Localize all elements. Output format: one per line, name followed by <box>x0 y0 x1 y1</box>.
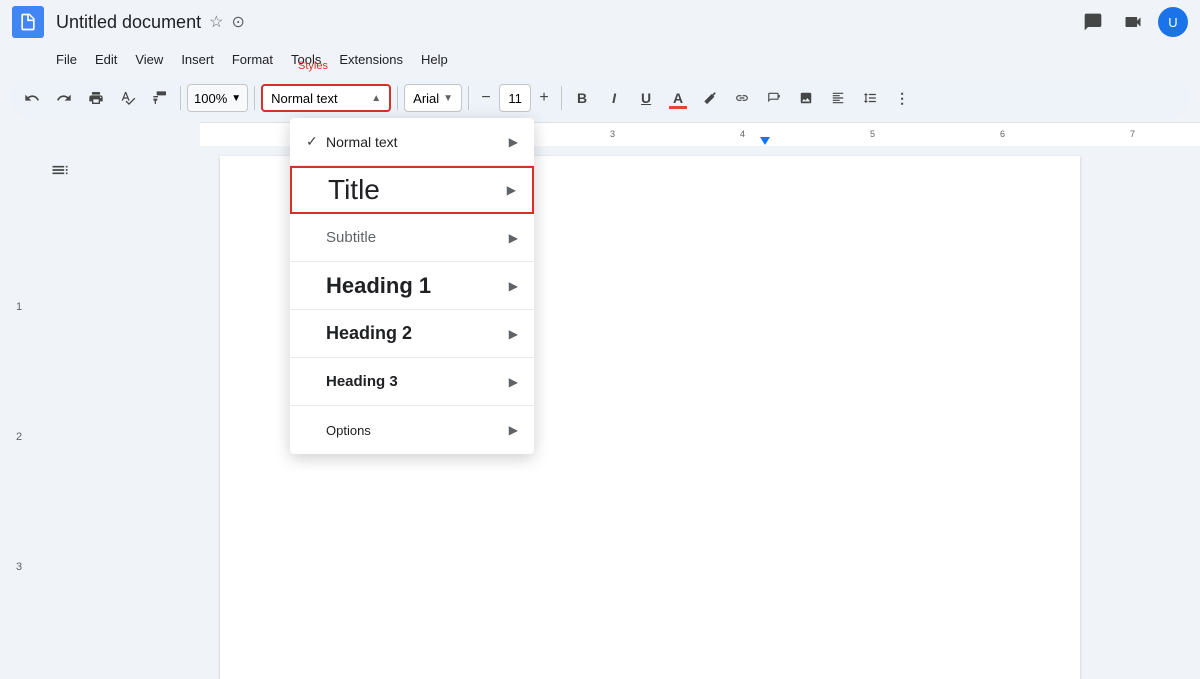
redo-button[interactable] <box>50 84 78 112</box>
font-size-input[interactable] <box>499 84 531 112</box>
margin-num-3: 3 <box>16 561 22 573</box>
text-color-button[interactable]: A <box>664 84 692 112</box>
main-content: 1 2 3 Normal text Normal text <box>0 146 1200 679</box>
toolbar-separator-4 <box>468 86 469 110</box>
dropdown-item-heading3[interactable]: Heading 3 ▶ <box>290 358 534 406</box>
increase-font-size-button[interactable]: + <box>533 87 555 109</box>
dropdown-item-title[interactable]: Title ▶ <box>290 166 534 214</box>
font-selector[interactable]: Arial ▼ <box>404 84 462 112</box>
toolbar-separator-3 <box>397 86 398 110</box>
dropdown-label-heading2: Heading 2 <box>326 323 509 344</box>
outline-icon[interactable] <box>50 160 70 185</box>
menu-view[interactable]: View <box>127 48 171 71</box>
account-avatar[interactable]: U <box>1158 7 1188 37</box>
comment-button[interactable] <box>760 84 788 112</box>
font-size-area: − + <box>475 84 555 112</box>
menu-format[interactable]: Format <box>224 48 281 71</box>
dropdown-item-subtitle[interactable]: Subtitle ▶ <box>290 214 534 262</box>
meet-button[interactable] <box>1118 7 1148 37</box>
styles-label: Styles <box>298 60 328 72</box>
zoom-arrow-icon: ▼ <box>231 93 241 104</box>
paint-format-button[interactable] <box>146 84 174 112</box>
ruler-area: 1 2 3 4 5 6 7 <box>0 122 1200 146</box>
highlight-button[interactable] <box>696 84 724 112</box>
insert-image-button[interactable] <box>792 84 820 112</box>
toolbar-separator-1 <box>180 86 181 110</box>
toolbar-separator-2 <box>254 86 255 110</box>
decrease-font-size-button[interactable]: − <box>475 87 497 109</box>
top-right-area: U <box>1078 7 1188 37</box>
arrow-icon-h3: ▶ <box>509 375 518 389</box>
style-dropdown-menu: ✓ Normal text ▶ Title ▶ Subtitle ▶ Headi… <box>290 118 534 454</box>
save-to-drive-icon[interactable]: ⊙ <box>231 12 244 32</box>
menu-help[interactable]: Help <box>413 48 456 71</box>
link-button[interactable] <box>728 84 756 112</box>
spell-check-button[interactable] <box>114 84 142 112</box>
margin-num-2: 2 <box>16 431 22 443</box>
arrow-icon-normal: ▶ <box>509 135 518 149</box>
dropdown-label-normal-text: Normal text <box>326 134 509 150</box>
left-margin: 1 2 3 <box>0 146 200 679</box>
arrow-icon-subtitle: ▶ <box>509 231 518 245</box>
arrow-icon-h2: ▶ <box>509 327 518 341</box>
top-bar: Untitled document ☆ ⊙ U <box>0 0 1200 44</box>
document-title[interactable]: Untitled document <box>56 12 201 33</box>
right-margin <box>1100 146 1200 679</box>
menu-edit[interactable]: Edit <box>87 48 125 71</box>
style-arrow-icon: ▲ <box>371 93 381 104</box>
line-spacing-button[interactable] <box>856 84 884 112</box>
menu-file[interactable]: File <box>48 48 85 71</box>
italic-button[interactable]: I <box>600 84 628 112</box>
dropdown-item-heading1[interactable]: Heading 1 ▶ <box>290 262 534 310</box>
toolbar: 100% ▼ Normal text ▲ Arial ▼ − + B I U A… <box>10 78 1190 118</box>
align-button[interactable] <box>824 84 852 112</box>
underline-button[interactable]: U <box>632 84 660 112</box>
dropdown-label-title: Title <box>328 174 507 206</box>
dropdown-item-normal-text[interactable]: ✓ Normal text ▶ <box>290 118 534 166</box>
zoom-value: 100% <box>194 91 227 106</box>
app-icon <box>12 6 44 38</box>
print-button[interactable] <box>82 84 110 112</box>
style-selector[interactable]: Normal text ▲ <box>261 84 391 112</box>
dropdown-label-options: Options <box>326 423 509 438</box>
dropdown-label-heading3: Heading 3 <box>326 373 509 390</box>
menu-extensions[interactable]: Extensions <box>331 48 411 71</box>
bold-button[interactable]: B <box>568 84 596 112</box>
font-label: Arial <box>413 91 439 106</box>
toolbar-separator-5 <box>561 86 562 110</box>
margin-num-1: 1 <box>16 301 22 313</box>
arrow-icon-options: ▶ <box>509 423 518 437</box>
arrow-icon-h1: ▶ <box>509 279 518 293</box>
dropdown-item-heading2[interactable]: Heading 2 ▶ <box>290 310 534 358</box>
menu-bar: File Edit View Insert Format Tools Exten… <box>0 44 1200 74</box>
comments-button[interactable] <box>1078 7 1108 37</box>
dropdown-label-subtitle: Subtitle <box>326 229 509 246</box>
zoom-selector[interactable]: 100% ▼ <box>187 84 248 112</box>
dropdown-item-options[interactable]: Options ▶ <box>290 406 534 454</box>
style-label: Normal text <box>271 91 367 106</box>
star-icon[interactable]: ☆ <box>209 12 223 32</box>
check-icon: ✓ <box>306 133 326 150</box>
font-arrow-icon: ▼ <box>443 93 453 104</box>
document-title-area: Untitled document ☆ ⊙ <box>56 12 245 33</box>
menu-insert[interactable]: Insert <box>173 48 222 71</box>
ruler-left <box>0 122 200 146</box>
undo-button[interactable] <box>18 84 46 112</box>
more-options-button[interactable]: ⋮ <box>888 84 916 112</box>
arrow-icon-title: ▶ <box>507 183 516 197</box>
dropdown-label-heading1: Heading 1 <box>326 273 509 299</box>
